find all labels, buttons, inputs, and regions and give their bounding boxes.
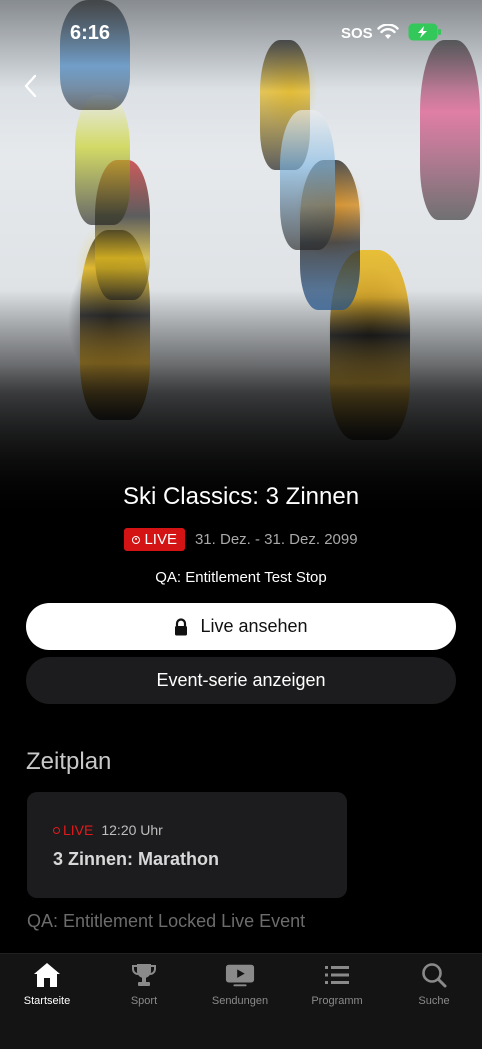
- sos-indicator: SOS: [341, 25, 373, 42]
- tab-label: Programm: [311, 995, 363, 1007]
- list-icon: [325, 966, 349, 984]
- tab-suche[interactable]: Suche: [389, 960, 479, 1020]
- search-icon: [422, 963, 447, 988]
- tab-label: Startseite: [23, 995, 71, 1007]
- back-button[interactable]: [16, 70, 44, 102]
- watch-live-label: Live ansehen: [200, 616, 308, 636]
- status-time: 6:16: [70, 22, 111, 44]
- chevron-left-icon: [24, 74, 37, 98]
- tab-label: Sendungen: [211, 995, 269, 1007]
- event-date-range: 31. Dez. - 31. Dez. 2099: [194, 531, 358, 548]
- event-meta: LIVE 31. Dez. - 31. Dez. 2099: [0, 528, 482, 551]
- tab-sport[interactable]: Sport: [99, 960, 189, 1020]
- watch-live-button[interactable]: Live ansehen: [26, 603, 456, 650]
- schedule-title: 3 Zinnen: Marathon: [53, 849, 219, 869]
- battery-charging-icon: [408, 23, 441, 41]
- event-title: Ski Classics: 3 Zinnen: [122, 483, 360, 510]
- live-badge-label: LIVE: [144, 531, 177, 548]
- tab-label: Suche: [418, 995, 450, 1007]
- lock-icon: [175, 617, 188, 635]
- tab-programm[interactable]: Programm: [292, 960, 382, 1020]
- live-dot-icon: [53, 826, 60, 834]
- event-subtitle: QA: Entitlement Test Stop: [155, 569, 327, 586]
- play-icon: [225, 964, 255, 987]
- schedule-card-meta: LIVE 12:20 Uhr: [53, 822, 163, 838]
- locked-event-text: QA: Entitlement Locked Live Event: [27, 911, 306, 931]
- home-icon: [34, 963, 60, 987]
- tab-sendungen[interactable]: Sendungen: [195, 960, 285, 1020]
- schedule-time: 12:20 Uhr: [101, 822, 163, 838]
- hero-image: [0, 0, 482, 520]
- wifi-icon: [377, 24, 399, 39]
- show-event-series-label: Event-serie anzeigen: [156, 670, 326, 690]
- schedule-card[interactable]: LIVE 12:20 Uhr 3 Zinnen: Marathon: [27, 792, 347, 898]
- tab-bar: Startseite Sport Sendungen Programm Such…: [0, 953, 482, 1049]
- show-event-series-button[interactable]: Event-serie anzeigen: [26, 657, 456, 704]
- schedule-heading: Zeitplan: [26, 748, 112, 775]
- live-dot-icon: [132, 535, 141, 544]
- schedule-live-label: LIVE: [63, 822, 94, 838]
- tab-label: Sport: [130, 995, 158, 1007]
- tab-startseite[interactable]: Startseite: [2, 960, 92, 1020]
- live-badge: LIVE: [124, 528, 185, 551]
- trophy-icon: [132, 964, 156, 986]
- schedule-live-indicator: LIVE: [53, 822, 93, 838]
- status-bar: 6:16 SOS: [0, 18, 482, 50]
